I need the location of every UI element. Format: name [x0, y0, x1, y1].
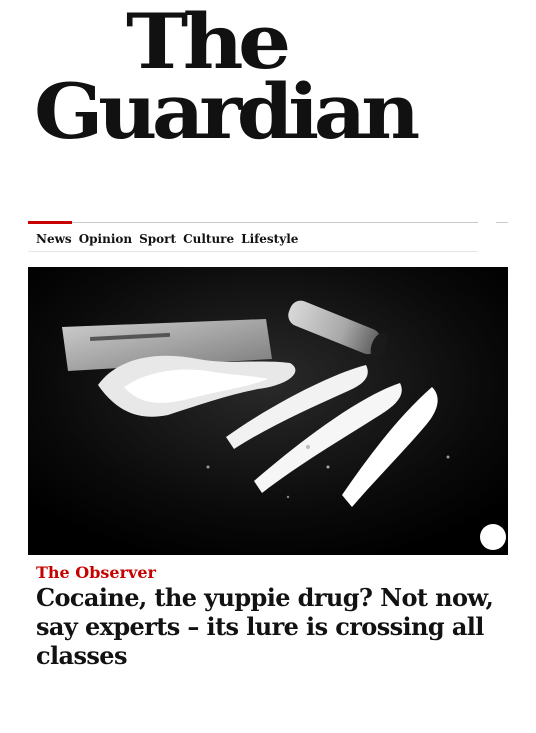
nav-divider-top	[28, 222, 478, 223]
article-kicker[interactable]: The Observer	[36, 563, 156, 582]
section-nav: News Opinion Sport Culture Lifestyle	[28, 221, 508, 252]
article-headline[interactable]: Cocaine, the yuppie drug? Not now, say e…	[36, 583, 496, 670]
media-indicator-icon[interactable]	[480, 524, 506, 550]
nav-item-culture[interactable]: Culture	[183, 232, 234, 246]
logo-guardian: Guardian	[34, 67, 420, 156]
nav-item-news[interactable]: News	[36, 232, 72, 246]
hero-photo-cocaine-lines	[28, 267, 508, 555]
hero-image[interactable]	[28, 267, 508, 555]
nav-items: News Opinion Sport Culture Lifestyle	[36, 232, 298, 246]
nav-item-opinion[interactable]: Opinion	[79, 232, 132, 246]
nav-divider-bottom	[28, 251, 478, 252]
nav-item-lifestyle[interactable]: Lifestyle	[241, 232, 298, 246]
nav-divider-right	[496, 222, 508, 223]
nav-active-indicator	[28, 221, 72, 224]
masthead[interactable]: The Guardian	[0, 0, 536, 175]
nav-item-sport[interactable]: Sport	[139, 232, 176, 246]
